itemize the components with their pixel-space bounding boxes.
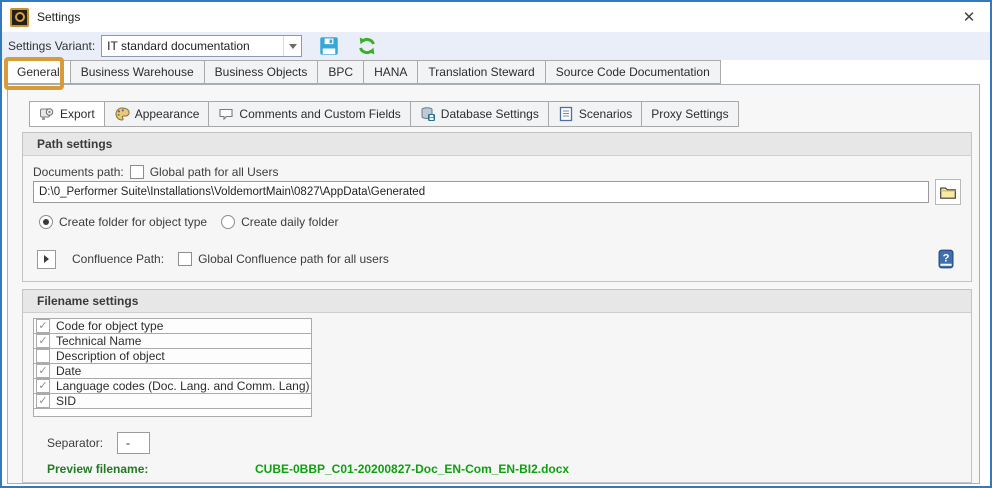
arrow-right-icon [44,255,49,263]
list-item[interactable]: ✓ SID [33,393,312,409]
expand-button[interactable] [37,250,56,269]
radio-create-folder-object-type[interactable] [39,215,53,229]
list-item[interactable]: ✓ Language codes (Doc. Lang. and Comm. L… [33,378,312,394]
separator-label: Separator: [47,436,103,450]
document-icon [558,106,574,122]
tab-bpc[interactable]: BPC [317,60,364,84]
documents-path-label: Documents path: [33,165,124,179]
window-title: Settings [37,10,80,24]
global-confluence-label: Global Confluence path for all users [198,252,389,266]
global-path-label: Global path for all Users [150,165,279,179]
filename-settings-group: Filename settings ✓ Code for object type… [22,289,972,483]
tab-scenarios[interactable]: Scenarios [548,101,642,127]
separator-row: Separator: - [47,432,150,454]
checkbox[interactable]: ✓ [36,379,50,393]
checkbox[interactable] [36,349,50,363]
tab-proxy-settings[interactable]: Proxy Settings [641,101,738,127]
confluence-path-label: Confluence Path: [72,252,164,266]
global-path-checkbox[interactable] [130,165,144,179]
main-tab-strip: General Business Warehouse Business Obje… [6,60,990,84]
list-item-empty [33,408,312,417]
tab-business-warehouse[interactable]: Business Warehouse [70,60,205,84]
general-tab-panel: Export Appearance Comments and Custom Fi… [7,84,980,484]
checkbox[interactable]: ✓ [36,334,50,348]
checkbox[interactable]: ✓ [36,319,50,333]
tab-general-label: General [17,65,60,79]
palette-icon [114,106,130,122]
list-item[interactable]: Description of object [33,348,312,364]
save-button[interactable] [318,35,340,57]
refresh-icon [357,36,377,56]
variant-dropdown[interactable]: IT standard documentation [101,35,302,57]
tab-general[interactable]: General [6,60,71,84]
separator-input[interactable]: - [117,432,150,454]
tab-export[interactable]: Export [29,101,105,127]
chevron-down-icon[interactable] [283,36,301,56]
variant-value: IT standard documentation [102,39,250,53]
global-confluence-checkbox[interactable] [178,252,192,266]
variant-label: Settings Variant: [8,39,95,53]
tab-appearance[interactable]: Appearance [104,101,210,127]
path-settings-header: Path settings [23,133,971,156]
preview-filename-label: Preview filename: [47,462,148,476]
database-icon [420,106,436,122]
checkbox[interactable]: ✓ [36,364,50,378]
help-button[interactable]: ? [935,248,957,270]
list-item[interactable]: ✓ Code for object type [33,318,312,334]
tab-business-objects[interactable]: Business Objects [204,60,319,84]
tab-hana[interactable]: HANA [363,60,418,84]
speech-bubble-icon [218,106,234,122]
svg-text:?: ? [943,253,950,265]
tab-translation-steward[interactable]: Translation Steward [417,60,545,84]
folder-icon [939,183,957,201]
confluence-row: Confluence Path: Global Confluence path … [37,248,957,270]
folder-mode-radios: Create folder for object type Create dai… [39,215,338,229]
path-settings-group: Path settings Documents path: Global pat… [22,132,972,282]
documents-path-input[interactable]: D:\0_Performer Suite\Installations\Volde… [33,181,929,203]
app-logo-icon [10,8,29,27]
sub-tab-strip: Export Appearance Comments and Custom Fi… [29,101,738,127]
floppy-disk-icon [319,36,339,56]
variant-row: Settings Variant: IT standard documentat… [2,32,990,60]
list-item[interactable]: ✓ Date [33,363,312,379]
preview-row: Preview filename: CUBE-0BBP_C01-20200827… [47,462,148,476]
settings-window: Settings ✕ Settings Variant: IT standard… [0,0,992,488]
tab-comments-and-custom-fields[interactable]: Comments and Custom Fields [208,101,410,127]
list-item[interactable]: ✓ Technical Name [33,333,312,349]
browse-folder-button[interactable] [935,179,961,205]
tab-database-settings[interactable]: Database Settings [410,101,549,127]
radio-create-daily-folder[interactable] [221,215,235,229]
help-book-icon: ? [936,249,956,269]
filename-settings-header: Filename settings [23,290,971,313]
checkbox[interactable]: ✓ [36,394,50,408]
titlebar: Settings ✕ [2,2,990,32]
refresh-button[interactable] [356,35,378,57]
filename-parts-list: ✓ Code for object type ✓ Technical Name … [33,318,312,417]
tab-source-code-documentation[interactable]: Source Code Documentation [545,60,721,84]
close-icon[interactable]: ✕ [956,8,982,26]
preview-filename-value: CUBE-0BBP_C01-20200827-Doc_EN-Com_EN-BI2… [255,462,569,476]
export-icon [39,106,55,122]
documents-path-row: Documents path: Global path for all User… [33,165,278,179]
